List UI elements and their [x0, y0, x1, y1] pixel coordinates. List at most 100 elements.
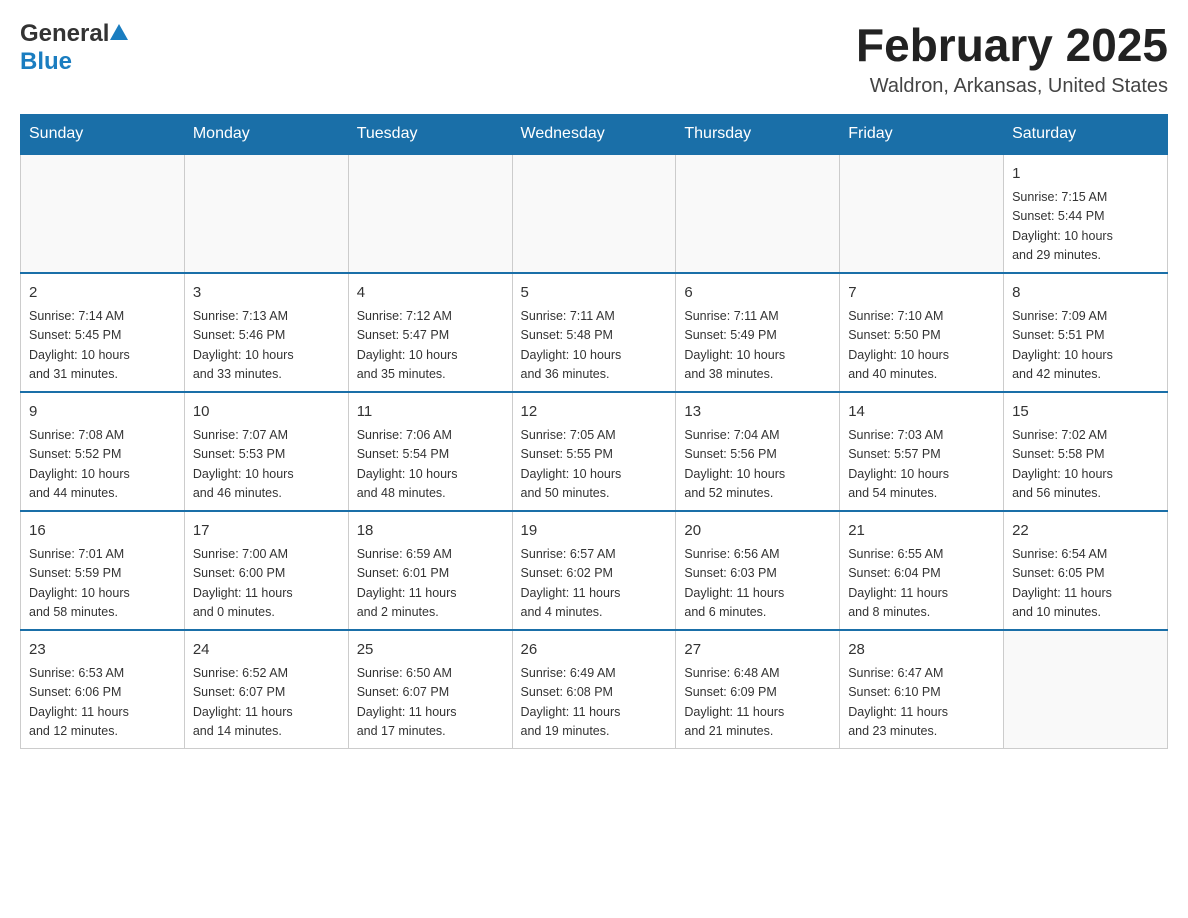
calendar-day-cell: 11Sunrise: 7:06 AMSunset: 5:54 PMDayligh… — [348, 392, 512, 511]
calendar-day-cell: 1Sunrise: 7:15 AMSunset: 5:44 PMDaylight… — [1004, 154, 1168, 273]
day-info: Sunrise: 7:02 AMSunset: 5:58 PMDaylight:… — [1012, 426, 1159, 504]
weekday-header-saturday: Saturday — [1004, 114, 1168, 154]
calendar-day-cell: 21Sunrise: 6:55 AMSunset: 6:04 PMDayligh… — [840, 511, 1004, 630]
calendar-day-cell: 27Sunrise: 6:48 AMSunset: 6:09 PMDayligh… — [676, 630, 840, 749]
day-number: 24 — [193, 639, 340, 662]
calendar-week-1: 1Sunrise: 7:15 AMSunset: 5:44 PMDaylight… — [21, 154, 1168, 273]
day-info: Sunrise: 6:56 AMSunset: 6:03 PMDaylight:… — [684, 545, 831, 623]
day-number: 2 — [29, 282, 176, 305]
day-number: 21 — [848, 520, 995, 543]
calendar-day-cell — [676, 154, 840, 273]
day-number: 7 — [848, 282, 995, 305]
day-info: Sunrise: 6:50 AMSunset: 6:07 PMDaylight:… — [357, 664, 504, 742]
day-number: 18 — [357, 520, 504, 543]
calendar-day-cell: 17Sunrise: 7:00 AMSunset: 6:00 PMDayligh… — [184, 511, 348, 630]
day-info: Sunrise: 6:55 AMSunset: 6:04 PMDaylight:… — [848, 545, 995, 623]
calendar-day-cell — [21, 154, 185, 273]
calendar-day-cell — [1004, 630, 1168, 749]
day-number: 10 — [193, 401, 340, 424]
day-number: 19 — [521, 520, 668, 543]
day-info: Sunrise: 6:53 AMSunset: 6:06 PMDaylight:… — [29, 664, 176, 742]
calendar-week-2: 2Sunrise: 7:14 AMSunset: 5:45 PMDaylight… — [21, 273, 1168, 392]
calendar-day-cell: 22Sunrise: 6:54 AMSunset: 6:05 PMDayligh… — [1004, 511, 1168, 630]
calendar-day-cell — [348, 154, 512, 273]
day-number: 27 — [684, 639, 831, 662]
day-info: Sunrise: 7:11 AMSunset: 5:49 PMDaylight:… — [684, 307, 831, 385]
day-number: 4 — [357, 282, 504, 305]
calendar-day-cell: 3Sunrise: 7:13 AMSunset: 5:46 PMDaylight… — [184, 273, 348, 392]
calendar-day-cell: 20Sunrise: 6:56 AMSunset: 6:03 PMDayligh… — [676, 511, 840, 630]
calendar-day-cell: 10Sunrise: 7:07 AMSunset: 5:53 PMDayligh… — [184, 392, 348, 511]
day-info: Sunrise: 7:01 AMSunset: 5:59 PMDaylight:… — [29, 545, 176, 623]
day-number: 6 — [684, 282, 831, 305]
day-info: Sunrise: 7:09 AMSunset: 5:51 PMDaylight:… — [1012, 307, 1159, 385]
calendar-day-cell — [512, 154, 676, 273]
day-number: 3 — [193, 282, 340, 305]
day-number: 25 — [357, 639, 504, 662]
calendar-day-cell: 26Sunrise: 6:49 AMSunset: 6:08 PMDayligh… — [512, 630, 676, 749]
calendar-week-4: 16Sunrise: 7:01 AMSunset: 5:59 PMDayligh… — [21, 511, 1168, 630]
calendar-day-cell: 2Sunrise: 7:14 AMSunset: 5:45 PMDaylight… — [21, 273, 185, 392]
page-header: General Blue February 2025 Waldron, Arka… — [20, 20, 1168, 98]
day-number: 1 — [1012, 163, 1159, 186]
calendar-week-3: 9Sunrise: 7:08 AMSunset: 5:52 PMDaylight… — [21, 392, 1168, 511]
calendar-day-cell: 6Sunrise: 7:11 AMSunset: 5:49 PMDaylight… — [676, 273, 840, 392]
day-number: 28 — [848, 639, 995, 662]
logo: General Blue — [20, 20, 128, 76]
location-title: Waldron, Arkansas, United States — [856, 75, 1168, 98]
day-info: Sunrise: 7:11 AMSunset: 5:48 PMDaylight:… — [521, 307, 668, 385]
day-info: Sunrise: 7:10 AMSunset: 5:50 PMDaylight:… — [848, 307, 995, 385]
logo-blue-text: Blue — [20, 48, 72, 75]
weekday-header-monday: Monday — [184, 114, 348, 154]
calendar-day-cell: 9Sunrise: 7:08 AMSunset: 5:52 PMDaylight… — [21, 392, 185, 511]
calendar-day-cell: 18Sunrise: 6:59 AMSunset: 6:01 PMDayligh… — [348, 511, 512, 630]
day-info: Sunrise: 7:05 AMSunset: 5:55 PMDaylight:… — [521, 426, 668, 504]
weekday-header-friday: Friday — [840, 114, 1004, 154]
day-info: Sunrise: 6:54 AMSunset: 6:05 PMDaylight:… — [1012, 545, 1159, 623]
calendar-day-cell: 14Sunrise: 7:03 AMSunset: 5:57 PMDayligh… — [840, 392, 1004, 511]
calendar-day-cell: 24Sunrise: 6:52 AMSunset: 6:07 PMDayligh… — [184, 630, 348, 749]
day-info: Sunrise: 7:07 AMSunset: 5:53 PMDaylight:… — [193, 426, 340, 504]
day-info: Sunrise: 6:57 AMSunset: 6:02 PMDaylight:… — [521, 545, 668, 623]
calendar-day-cell: 16Sunrise: 7:01 AMSunset: 5:59 PMDayligh… — [21, 511, 185, 630]
day-number: 5 — [521, 282, 668, 305]
day-number: 9 — [29, 401, 176, 424]
day-info: Sunrise: 6:48 AMSunset: 6:09 PMDaylight:… — [684, 664, 831, 742]
weekday-header-wednesday: Wednesday — [512, 114, 676, 154]
calendar-table: SundayMondayTuesdayWednesdayThursdayFrid… — [20, 114, 1168, 749]
calendar-day-cell — [184, 154, 348, 273]
calendar-week-5: 23Sunrise: 6:53 AMSunset: 6:06 PMDayligh… — [21, 630, 1168, 749]
day-info: Sunrise: 7:08 AMSunset: 5:52 PMDaylight:… — [29, 426, 176, 504]
weekday-header-thursday: Thursday — [676, 114, 840, 154]
calendar-day-cell: 13Sunrise: 7:04 AMSunset: 5:56 PMDayligh… — [676, 392, 840, 511]
calendar-day-cell — [840, 154, 1004, 273]
weekday-header-row: SundayMondayTuesdayWednesdayThursdayFrid… — [21, 114, 1168, 154]
day-info: Sunrise: 7:04 AMSunset: 5:56 PMDaylight:… — [684, 426, 831, 504]
calendar-day-cell: 28Sunrise: 6:47 AMSunset: 6:10 PMDayligh… — [840, 630, 1004, 749]
day-info: Sunrise: 6:59 AMSunset: 6:01 PMDaylight:… — [357, 545, 504, 623]
day-info: Sunrise: 7:12 AMSunset: 5:47 PMDaylight:… — [357, 307, 504, 385]
calendar-day-cell: 19Sunrise: 6:57 AMSunset: 6:02 PMDayligh… — [512, 511, 676, 630]
day-number: 12 — [521, 401, 668, 424]
day-info: Sunrise: 7:00 AMSunset: 6:00 PMDaylight:… — [193, 545, 340, 623]
calendar-day-cell: 23Sunrise: 6:53 AMSunset: 6:06 PMDayligh… — [21, 630, 185, 749]
calendar-day-cell: 15Sunrise: 7:02 AMSunset: 5:58 PMDayligh… — [1004, 392, 1168, 511]
calendar-day-cell: 25Sunrise: 6:50 AMSunset: 6:07 PMDayligh… — [348, 630, 512, 749]
day-info: Sunrise: 6:52 AMSunset: 6:07 PMDaylight:… — [193, 664, 340, 742]
day-number: 20 — [684, 520, 831, 543]
day-info: Sunrise: 7:03 AMSunset: 5:57 PMDaylight:… — [848, 426, 995, 504]
day-number: 8 — [1012, 282, 1159, 305]
day-number: 14 — [848, 401, 995, 424]
day-info: Sunrise: 7:13 AMSunset: 5:46 PMDaylight:… — [193, 307, 340, 385]
day-number: 13 — [684, 401, 831, 424]
calendar-day-cell: 12Sunrise: 7:05 AMSunset: 5:55 PMDayligh… — [512, 392, 676, 511]
day-info: Sunrise: 6:47 AMSunset: 6:10 PMDaylight:… — [848, 664, 995, 742]
weekday-header-tuesday: Tuesday — [348, 114, 512, 154]
day-number: 26 — [521, 639, 668, 662]
day-info: Sunrise: 6:49 AMSunset: 6:08 PMDaylight:… — [521, 664, 668, 742]
day-info: Sunrise: 7:15 AMSunset: 5:44 PMDaylight:… — [1012, 188, 1159, 266]
day-number: 23 — [29, 639, 176, 662]
day-number: 22 — [1012, 520, 1159, 543]
logo-general-text: General — [20, 20, 109, 48]
day-number: 17 — [193, 520, 340, 543]
